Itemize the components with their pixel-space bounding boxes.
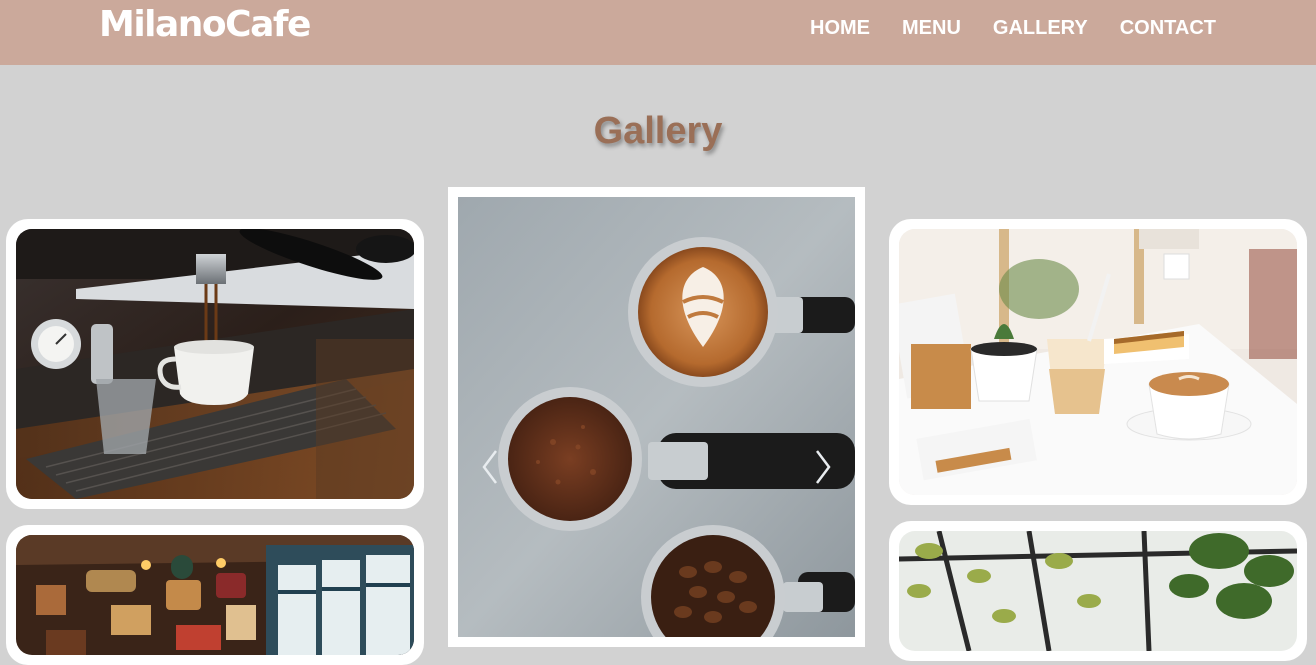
window-plants-photo [899,531,1297,651]
portafilters-photo [458,197,855,637]
logo[interactable]: MilanoCafe [99,3,311,47]
nav-contact-link[interactable]: CONTACT [1120,16,1216,40]
nav-gallery-link[interactable]: GALLERY [993,16,1088,40]
navbar: MilanoCafe HOME MENU GALLERY CONTACT [0,0,1316,65]
gallery-card-espresso-machine[interactable] [6,219,424,509]
gallery-card-cafe-interior[interactable] [6,525,424,665]
gallery-title: Gallery [593,110,723,152]
nav-home-link[interactable]: HOME [810,16,870,40]
nav-menu-link[interactable]: MENU [902,16,961,40]
cafe-table-photo [899,229,1297,495]
gallery-slider [448,187,865,647]
chevron-left-icon [482,450,497,484]
chevron-right-icon [816,450,831,484]
cafe-interior-photo [16,535,414,655]
espresso-machine-photo [16,229,414,499]
nav-links: HOME MENU GALLERY CONTACT [810,16,1216,40]
slider-next-button[interactable] [811,447,835,487]
gallery-card-cafe-table[interactable] [889,219,1307,505]
slider-prev-button[interactable] [478,447,502,487]
gallery-card-window-plants[interactable] [889,521,1307,661]
